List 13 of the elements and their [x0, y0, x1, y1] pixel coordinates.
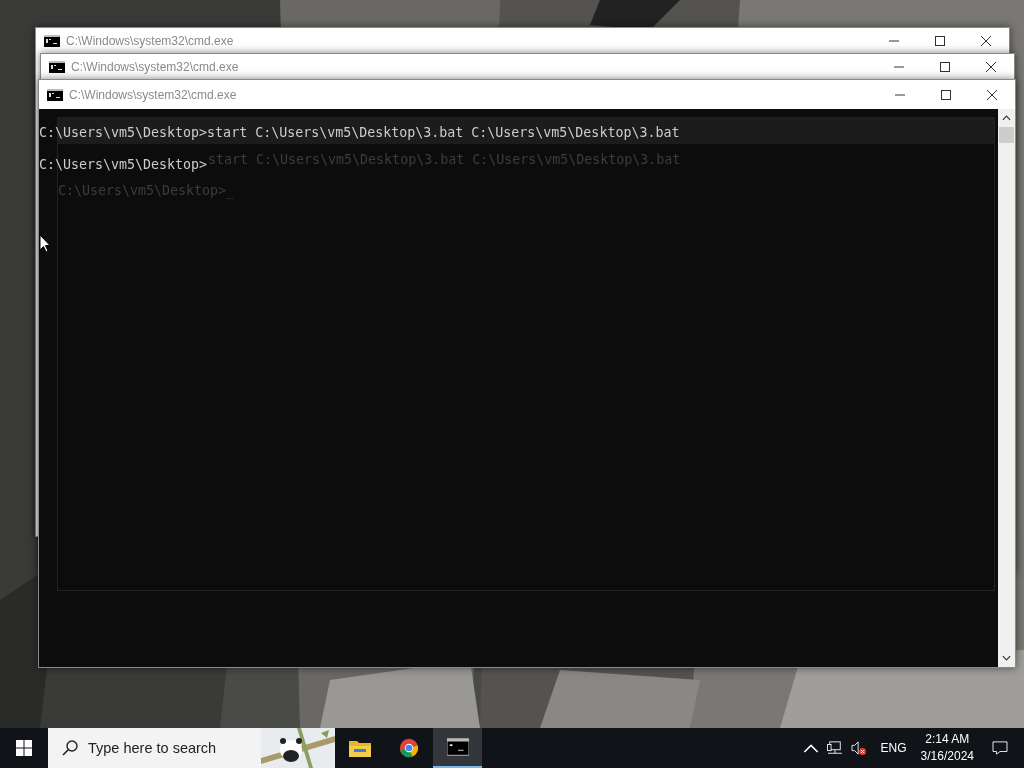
muted-speaker-icon[interactable] [850, 741, 867, 755]
search-box[interactable]: Type here to search [48, 728, 335, 768]
search-icon [62, 740, 78, 756]
browser-icon [397, 738, 420, 758]
search-input[interactable]: Type here to search [88, 740, 258, 756]
taskbar-app[interactable] [433, 728, 482, 768]
clock[interactable]: 2:14 AM 3/16/2024 [920, 731, 974, 765]
windows-logo-icon [16, 740, 32, 756]
console-icon [446, 737, 469, 757]
language-indicator[interactable]: ENG [880, 741, 907, 755]
notification-icon[interactable] [992, 741, 1008, 755]
folder-icon [348, 738, 371, 758]
network-icon[interactable] [826, 741, 843, 755]
